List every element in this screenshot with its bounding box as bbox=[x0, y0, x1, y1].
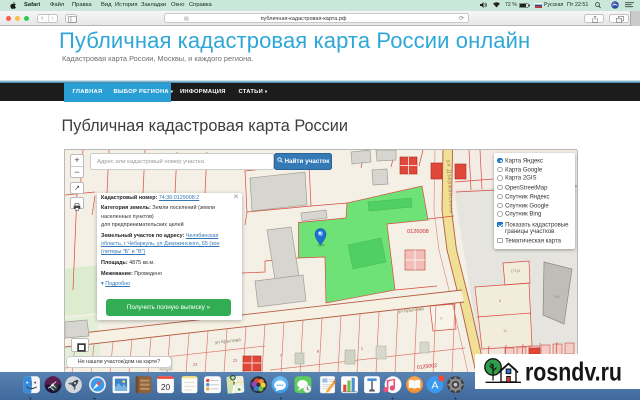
svg-text:rosndv.ru: rosndv.ru bbox=[525, 356, 622, 386]
svg-text:50: 50 bbox=[555, 294, 560, 299]
svg-text:A: A bbox=[431, 379, 438, 391]
svg-text:20: 20 bbox=[161, 382, 171, 392]
svg-text:0126008: 0126008 bbox=[407, 229, 429, 235]
svg-text:(71)4: (71)4 bbox=[511, 268, 521, 273]
